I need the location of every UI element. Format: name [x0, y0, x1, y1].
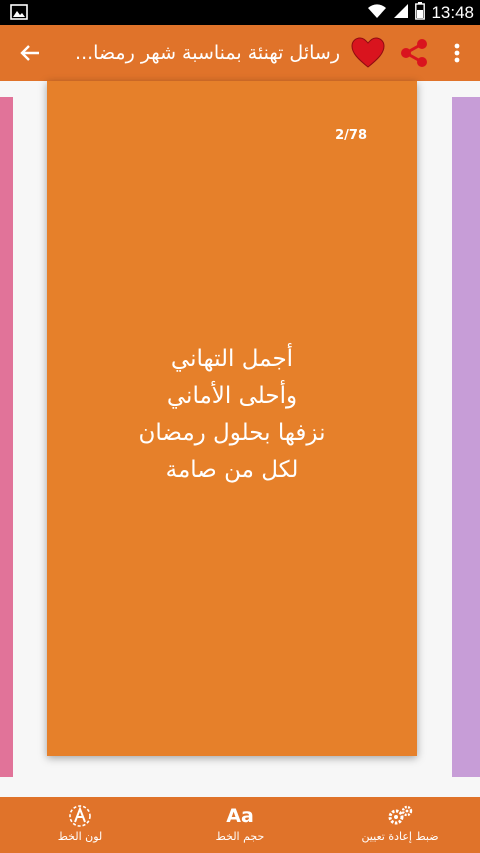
gears-icon — [340, 803, 460, 829]
heart-icon[interactable] — [350, 35, 386, 71]
clock: 13:48 — [431, 2, 474, 22]
reset-label: ضبط إعادة تعيين — [361, 830, 439, 843]
reset-button[interactable]: ضبط إعادة تعيين — [340, 803, 460, 849]
message-line: نزفها بحلول رمضان — [138, 420, 326, 446]
font-size-icon: Aa — [226, 805, 254, 827]
message-line: لكل من صامة — [165, 457, 299, 483]
font-color-label: لون الخط — [57, 830, 103, 843]
message-line: أجمل التهاني — [170, 346, 294, 372]
message-text: أجمل التهاني وأحلى الأماني نزفها بحلول ر… — [67, 341, 397, 489]
message-card[interactable]: 2/78 أجمل التهاني وأحلى الأماني نزفها بح… — [47, 81, 417, 756]
font-color-button[interactable]: لون الخط — [20, 803, 140, 849]
card-pager[interactable]: 2/78 أجمل التهاني وأحلى الأماني نزفها بح… — [0, 81, 480, 797]
card-counter: 2/78 — [335, 128, 367, 143]
overflow-menu-icon[interactable] — [449, 39, 465, 67]
next-card[interactable] — [452, 97, 480, 777]
message-line: وأحلى الأماني — [166, 383, 298, 409]
back-arrow-icon[interactable] — [16, 39, 44, 67]
font-size-button[interactable]: Aa حجم الخط — [180, 803, 300, 849]
wifi-icon — [367, 3, 387, 23]
share-icon[interactable] — [398, 37, 430, 69]
font-size-label: حجم الخط — [215, 830, 265, 843]
previous-card[interactable] — [0, 97, 13, 777]
page-title: رسائل تهنئة بمناسبة شهر رمضا... — [75, 42, 340, 64]
battery-icon — [415, 1, 426, 24]
app-bar: رسائل تهنئة بمناسبة شهر رمضا... — [0, 25, 480, 81]
status-bar: 13:48 — [0, 0, 480, 25]
bottom-toolbar: لون الخط Aa حجم الخط ضبط إعادة تعيين — [0, 797, 480, 853]
signal-icon — [393, 3, 409, 23]
font-color-icon — [20, 803, 140, 829]
image-notification-icon — [10, 4, 28, 24]
